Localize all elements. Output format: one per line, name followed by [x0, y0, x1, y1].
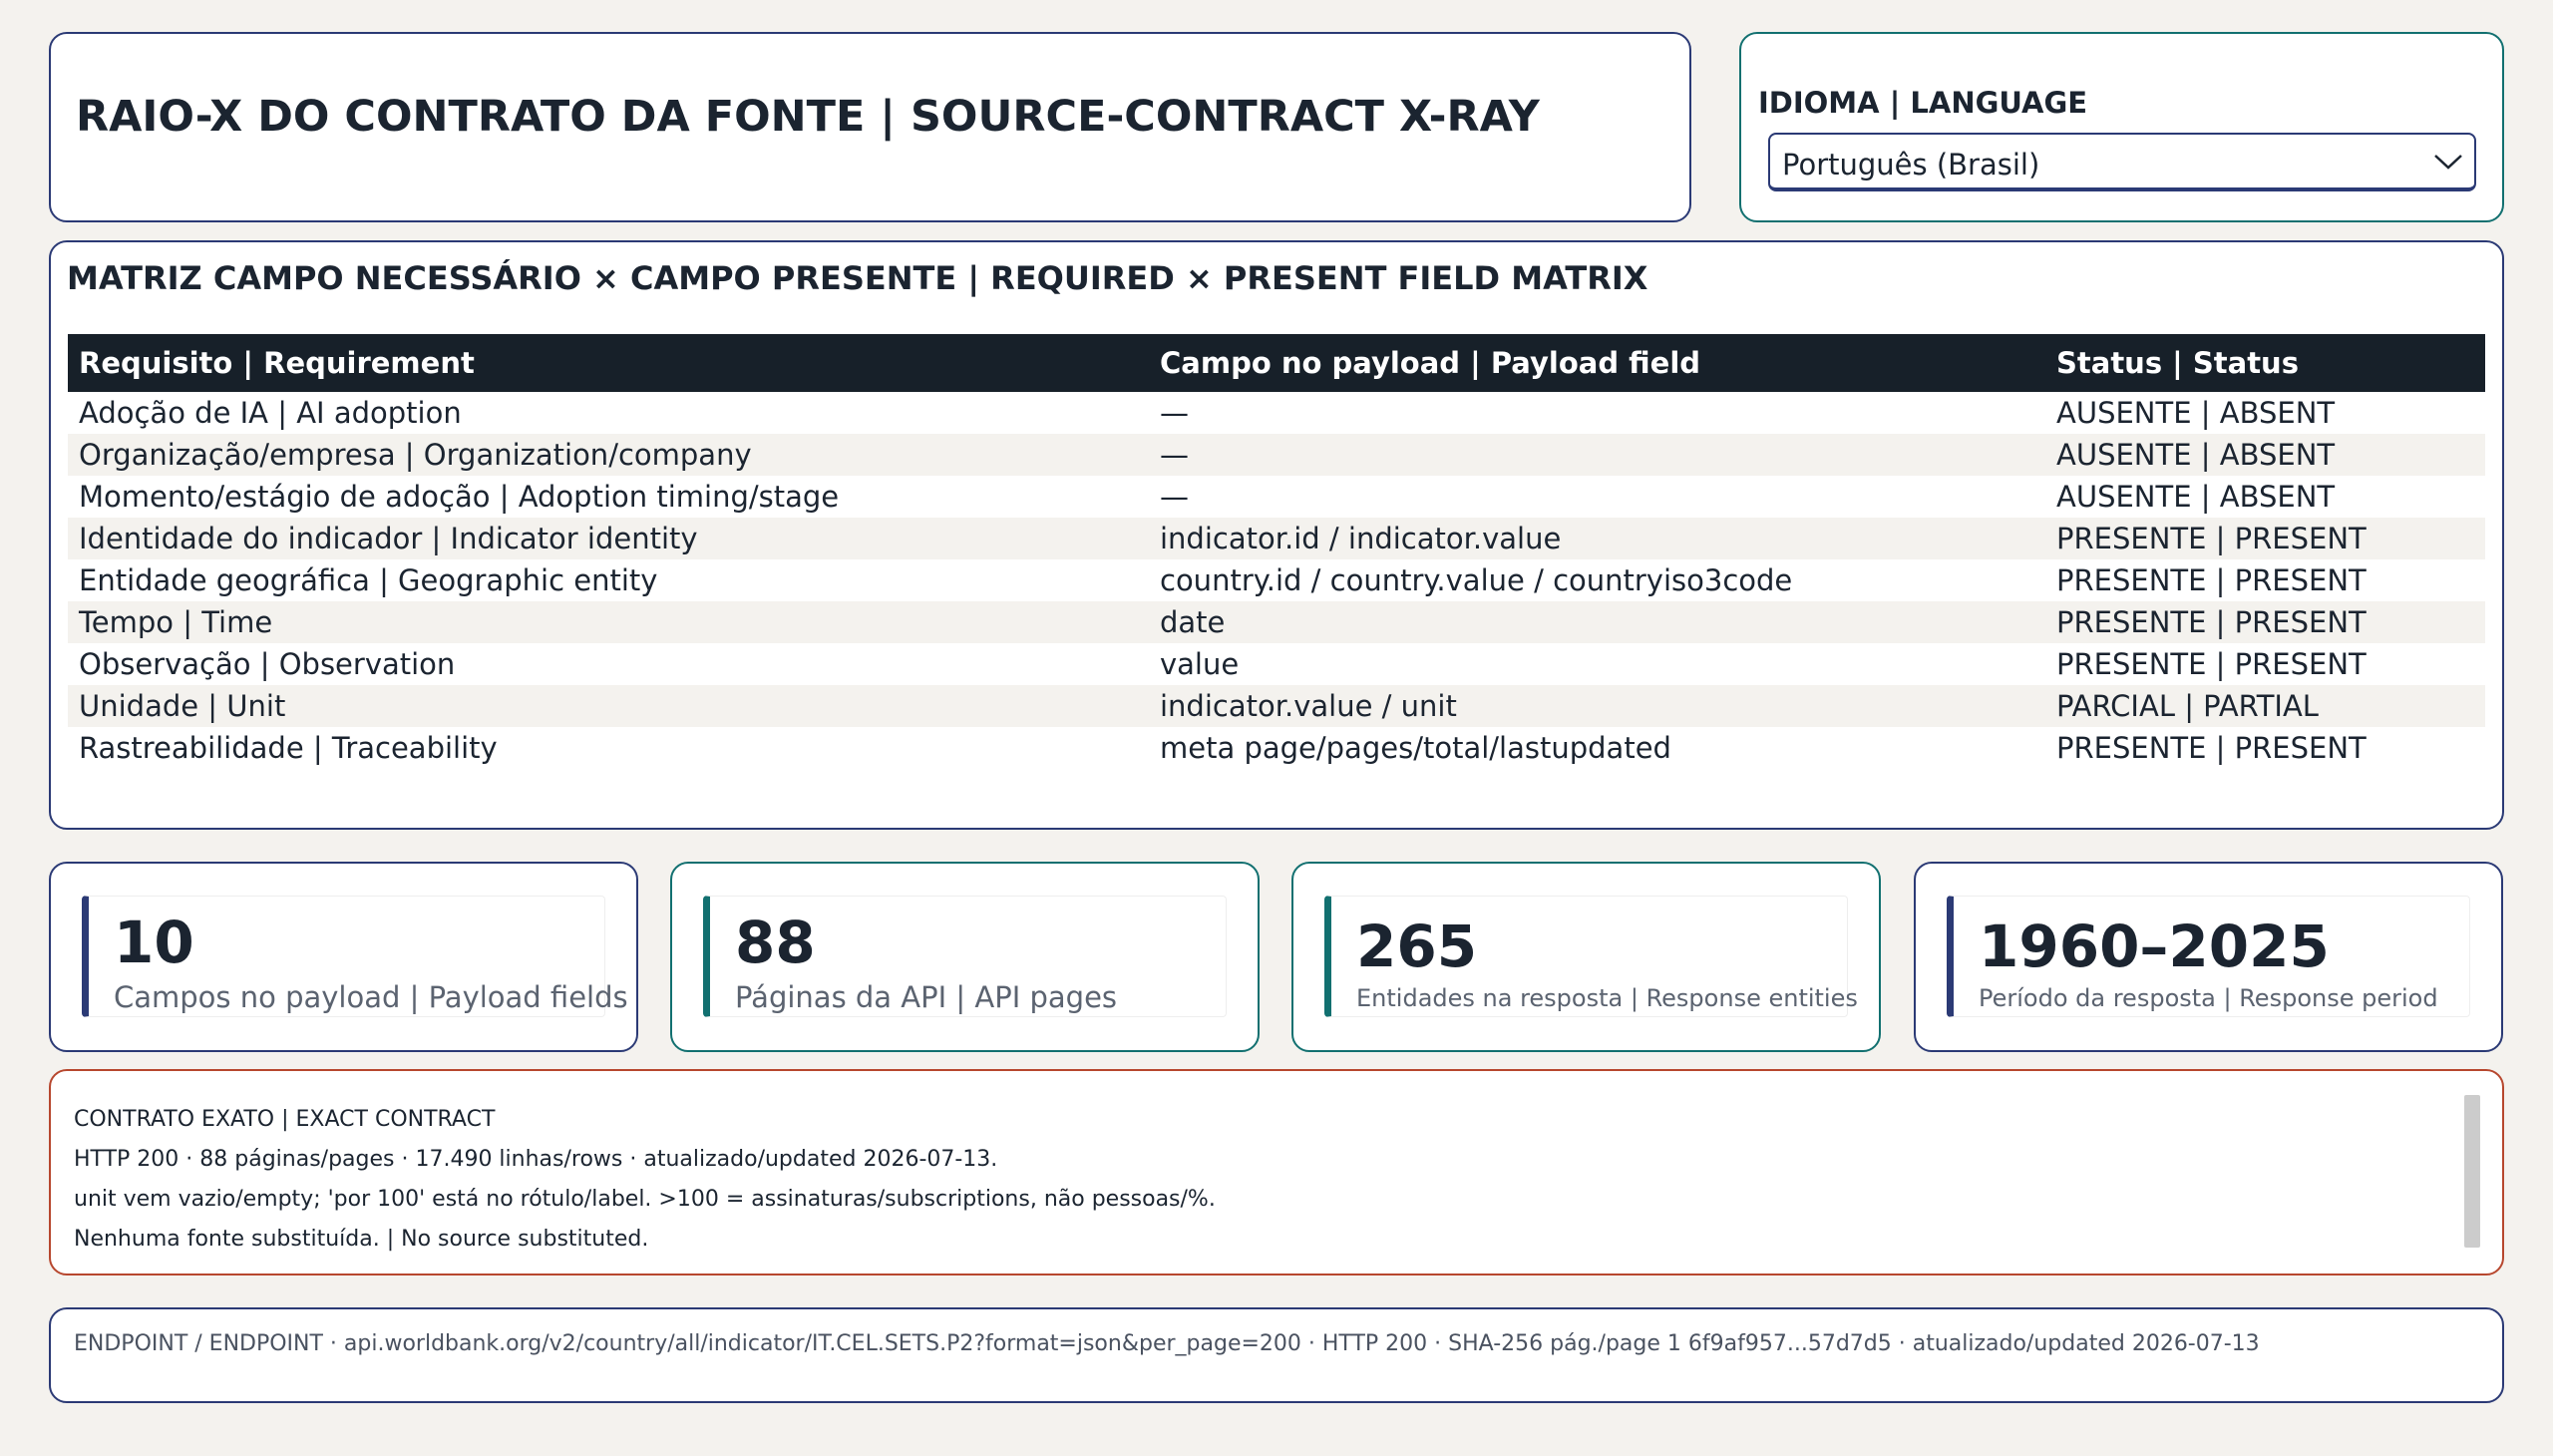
kpi-tile: 88 Páginas da API | API pages — [703, 896, 1227, 1017]
cell-payload-field: meta page/pages/total/lastupdated — [1160, 731, 1671, 765]
contract-heading: CONTRATO EXATO | EXACT CONTRACT — [74, 1107, 496, 1132]
table-row: Momento/estágio de adoção | Adoption tim… — [68, 476, 2485, 518]
language-select-value: Português (Brasil) — [1782, 148, 2040, 182]
cell-status: PRESENTE | PRESENT — [2056, 731, 2367, 765]
kpi-caption: Campos no payload | Payload fields — [114, 980, 628, 1014]
matrix-title: MATRIZ CAMPO NECESSÁRIO × CAMPO PRESENTE… — [67, 259, 1648, 297]
cell-requirement: Entidade geográfica | Geographic entity — [79, 563, 658, 597]
page-title: RAIO-X DO CONTRATO DA FONTE | SOURCE-CON… — [76, 92, 1540, 142]
table-row: Unidade | Unit indicator.value / unit PA… — [68, 685, 2485, 727]
cell-requirement: Momento/estágio de adoção | Adoption tim… — [79, 480, 840, 514]
kpi-caption: Período da resposta | Response period — [1979, 984, 2438, 1012]
kpi-card-api-pages: 88 Páginas da API | API pages — [670, 862, 1260, 1052]
cell-requirement: Rastreabilidade | Traceability — [79, 731, 498, 765]
cell-payload-field: value — [1160, 647, 1240, 681]
cell-status: PRESENTE | PRESENT — [2056, 605, 2367, 639]
kpi-card-payload-fields: 10 Campos no payload | Payload fields — [49, 862, 638, 1052]
table-row: Tempo | Time date PRESENTE | PRESENT — [68, 601, 2485, 643]
kpi-value: 10 — [114, 909, 194, 976]
title-card: RAIO-X DO CONTRATO DA FONTE | SOURCE-CON… — [49, 32, 1691, 222]
table-row: Identidade do indicador | Indicator iden… — [68, 518, 2485, 559]
cell-payload-field: date — [1160, 605, 1226, 639]
field-matrix-table: Requisito | Requirement Campo no payload… — [68, 334, 2485, 769]
cell-payload-field: — — [1160, 438, 1189, 472]
kpi-caption: Entidades na resposta | Response entitie… — [1356, 984, 1858, 1012]
cell-requirement: Tempo | Time — [79, 605, 273, 639]
kpi-card-response-period: 1960–2025 Período da resposta | Response… — [1914, 862, 2503, 1052]
endpoint-text: ENDPOINT / ENDPOINT · api.worldbank.org/… — [74, 1331, 2260, 1356]
language-select[interactable]: Português (Brasil) — [1768, 133, 2476, 191]
cell-payload-field: country.id / country.value / countryiso3… — [1160, 563, 1793, 597]
cell-requirement: Adoção de IA | AI adoption — [79, 396, 462, 430]
contract-line: Nenhuma fonte substituída. | No source s… — [74, 1227, 649, 1252]
language-label: IDIOMA | LANGUAGE — [1758, 86, 2088, 120]
column-header-status: Status | Status — [2056, 346, 2299, 380]
kpi-tile: 10 Campos no payload | Payload fields — [82, 896, 628, 1017]
field-matrix-card: MATRIZ CAMPO NECESSÁRIO × CAMPO PRESENTE… — [49, 240, 2504, 830]
language-card: IDIOMA | LANGUAGE Português (Brasil) — [1739, 32, 2504, 222]
cell-status: PRESENTE | PRESENT — [2056, 563, 2367, 597]
kpi-card-response-entities: 265 Entidades na resposta | Response ent… — [1291, 862, 1881, 1052]
cell-payload-field: indicator.id / indicator.value — [1160, 522, 1562, 555]
contract-line: HTTP 200 · 88 páginas/pages · 17.490 lin… — [74, 1147, 998, 1172]
table-row: Rastreabilidade | Traceability meta page… — [68, 727, 2485, 769]
kpi-value: 88 — [735, 909, 816, 976]
kpi-caption: Páginas da API | API pages — [735, 980, 1118, 1014]
table-row: Adoção de IA | AI adoption — AUSENTE | A… — [68, 392, 2485, 434]
table-row: Organização/empresa | Organization/compa… — [68, 434, 2485, 476]
cell-payload-field: indicator.value / unit — [1160, 689, 1457, 723]
cell-status: PRESENTE | PRESENT — [2056, 522, 2367, 555]
cell-requirement: Organização/empresa | Organization/compa… — [79, 438, 752, 472]
column-header-payload-field: Campo no payload | Payload field — [1160, 346, 1701, 380]
column-header-requirement: Requisito | Requirement — [79, 346, 475, 380]
table-header-row: Requisito | Requirement Campo no payload… — [68, 334, 2485, 392]
kpi-value: 1960–2025 — [1979, 912, 2330, 980]
cell-status: AUSENTE | ABSENT — [2056, 396, 2336, 430]
scrollbar-thumb[interactable] — [2464, 1095, 2480, 1248]
cell-requirement: Unidade | Unit — [79, 689, 286, 723]
cell-requirement: Observação | Observation — [79, 647, 456, 681]
cell-status: AUSENTE | ABSENT — [2056, 438, 2336, 472]
exact-contract-card: CONTRATO EXATO | EXACT CONTRACT HTTP 200… — [49, 1069, 2504, 1275]
table-row: Observação | Observation value PRESENTE … — [68, 643, 2485, 685]
chevron-down-icon — [2434, 155, 2462, 170]
cell-status: AUSENTE | ABSENT — [2056, 480, 2336, 514]
endpoint-card: ENDPOINT / ENDPOINT · api.worldbank.org/… — [49, 1307, 2504, 1403]
kpi-tile: 265 Entidades na resposta | Response ent… — [1324, 896, 1858, 1017]
kpi-tile: 1960–2025 Período da resposta | Response… — [1947, 896, 2470, 1017]
cell-payload-field: — — [1160, 480, 1189, 514]
cell-requirement: Identidade do indicador | Indicator iden… — [79, 522, 698, 555]
contract-line: unit vem vazio/empty; 'por 100' está no … — [74, 1187, 1216, 1212]
cell-payload-field: — — [1160, 396, 1189, 430]
cell-status: PARCIAL | PARTIAL — [2056, 689, 2319, 723]
table-row: Entidade geográfica | Geographic entity … — [68, 559, 2485, 601]
kpi-value: 265 — [1356, 912, 1478, 980]
cell-status: PRESENTE | PRESENT — [2056, 647, 2367, 681]
